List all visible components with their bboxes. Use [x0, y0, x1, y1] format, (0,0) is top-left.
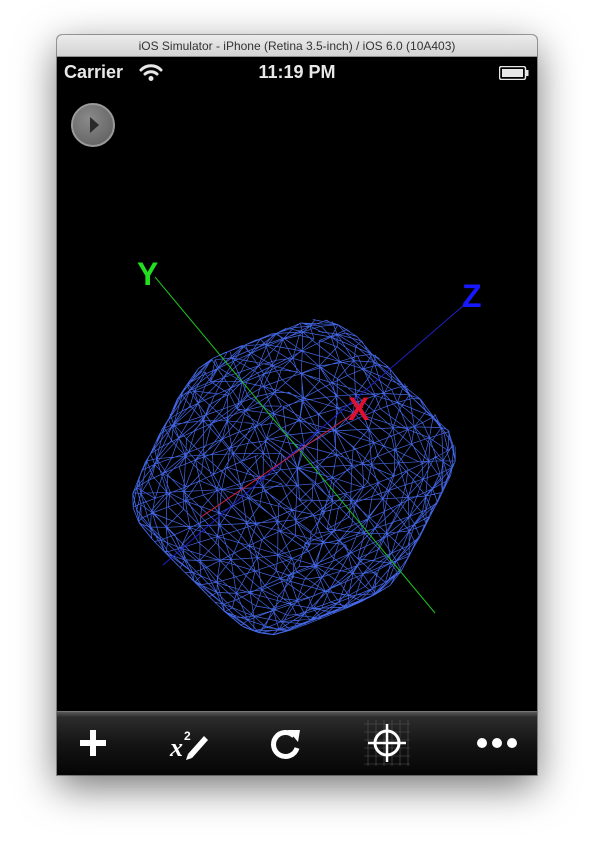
ellipsis-icon	[477, 738, 517, 748]
rotate-icon	[271, 730, 300, 759]
status-bar: Carrier 11:19 PM	[57, 57, 537, 89]
battery-icon	[499, 66, 529, 80]
crosshair-grid-icon	[364, 720, 410, 766]
bottom-toolbar: x 2	[57, 711, 537, 775]
plus-icon	[80, 730, 106, 756]
window-title: iOS Simulator - iPhone (Retina 3.5-inch)…	[57, 35, 537, 57]
mesh-wireframe-lines	[132, 319, 456, 636]
more-button[interactable]	[472, 718, 522, 768]
wireframe-mesh	[132, 319, 456, 636]
axis-label-x: X	[348, 391, 370, 427]
reset-rotation-button[interactable]	[260, 718, 310, 768]
axis-label-z: Z	[462, 278, 482, 314]
add-button[interactable]	[68, 718, 118, 768]
svg-text:x: x	[169, 733, 183, 762]
formula-edit-button[interactable]: x 2	[164, 718, 214, 768]
axis-label-y: Y	[137, 256, 158, 292]
center-view-button[interactable]	[362, 718, 412, 768]
device-screen: Carrier 11:19 PM Y Z X x 2	[57, 57, 537, 775]
simulator-window: iOS Simulator - iPhone (Retina 3.5-inch)…	[57, 35, 537, 775]
x-squared-pencil-icon: x 2	[169, 729, 208, 762]
3d-viewport[interactable]: Y Z X	[57, 89, 537, 709]
status-time: 11:19 PM	[258, 62, 336, 82]
svg-text:2: 2	[184, 729, 191, 743]
